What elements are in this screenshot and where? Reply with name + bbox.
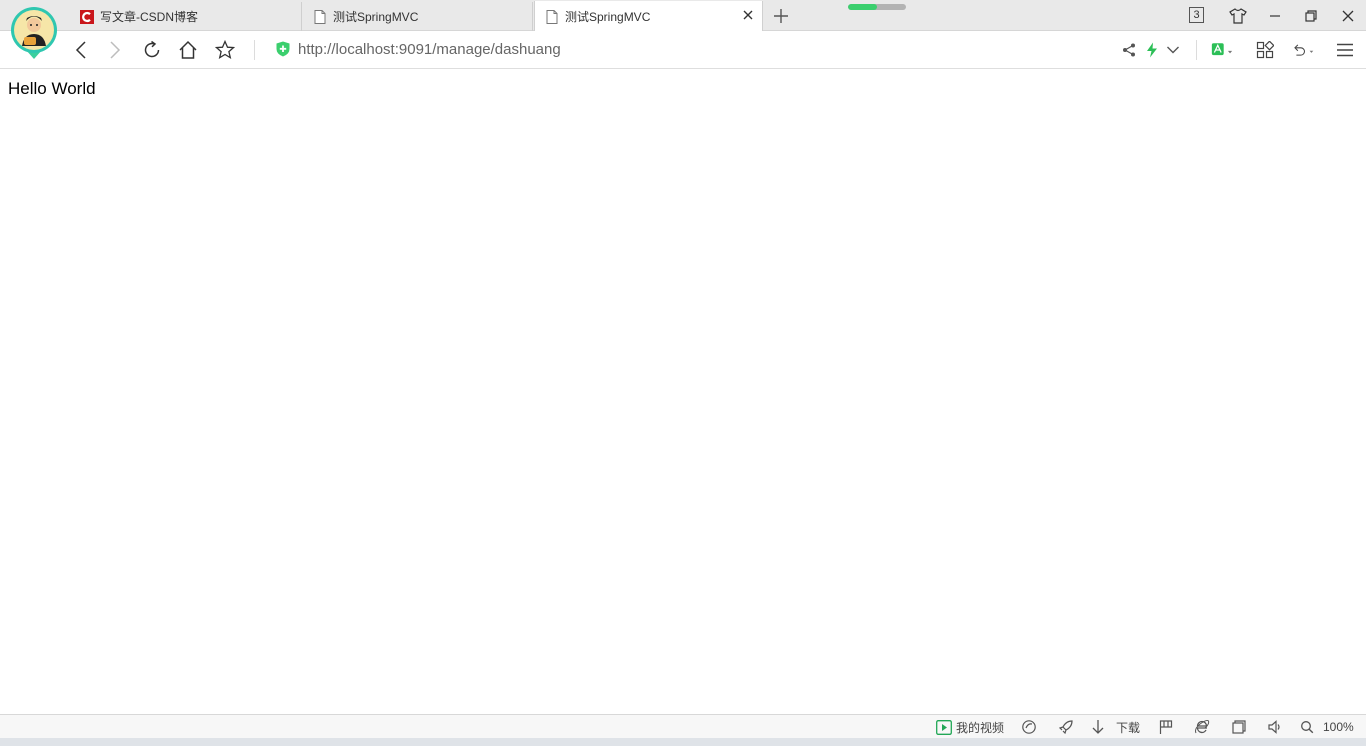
- download-label: 下载: [1116, 720, 1141, 735]
- address-bar-url[interactable]: http://localhost:9091/manage/dashuang: [298, 41, 561, 58]
- divider: [1196, 40, 1197, 60]
- share-icon[interactable]: [1118, 39, 1140, 61]
- my-video-label: 我的视频: [956, 720, 1005, 735]
- window-icon[interactable]: [1231, 719, 1247, 735]
- bookmark-star-button[interactable]: [214, 39, 236, 61]
- undo-close-icon[interactable]: [1292, 39, 1314, 61]
- tab-title: 测试SpringMVC: [565, 10, 651, 24]
- minimize-icon[interactable]: [1265, 6, 1285, 26]
- speed-mode-lightning-icon[interactable]: [1141, 39, 1163, 61]
- tab-title: 测试SpringMVC: [333, 10, 419, 24]
- skin-shirt-icon[interactable]: [1228, 6, 1248, 26]
- tab-count-badge[interactable]: 3: [1189, 7, 1204, 23]
- zoom-control[interactable]: 100%: [1300, 719, 1354, 735]
- close-window-icon[interactable]: [1338, 6, 1358, 26]
- translate-icon[interactable]: [1211, 39, 1233, 61]
- menu-hamburger-icon[interactable]: [1334, 39, 1356, 61]
- download-button[interactable]: 下载: [1091, 719, 1140, 735]
- forward-button[interactable]: [104, 39, 126, 61]
- back-button[interactable]: [70, 39, 92, 61]
- refresh-button[interactable]: [141, 39, 163, 61]
- download-arrow-icon: [1092, 720, 1104, 734]
- volume-icon[interactable]: [1267, 719, 1283, 735]
- restore-icon[interactable]: [1301, 6, 1321, 26]
- my-video-button[interactable]: 我的视频: [936, 719, 1004, 735]
- os-taskbar-edge: [0, 738, 1366, 746]
- page-viewport: Hello World: [0, 69, 1366, 714]
- secure-shield-icon: [276, 41, 290, 57]
- video-play-icon: [936, 719, 952, 735]
- tab-springmvc-1[interactable]: 测试SpringMVC: [303, 2, 533, 31]
- loading-progress-bar: [848, 4, 906, 10]
- new-tab-button[interactable]: [772, 7, 790, 25]
- tab-strip: 写文章-CSDN博客 测试SpringMVC 测试SpringMVC 3: [0, 0, 1366, 32]
- history-icon[interactable]: [1021, 719, 1037, 735]
- close-tab-icon[interactable]: [742, 9, 754, 21]
- flag-icon[interactable]: [1159, 719, 1173, 735]
- navigation-bar: http://localhost:9091/manage/dashuang: [0, 31, 1366, 69]
- loading-progress-fill: [848, 4, 877, 10]
- status-bar: 我的视频 下载 100%: [0, 714, 1366, 738]
- zoom-level: 100%: [1323, 720, 1354, 734]
- tab-springmvc-active[interactable]: 测试SpringMVC: [534, 1, 763, 32]
- ie-compat-icon[interactable]: [1194, 719, 1210, 735]
- page-body-text: Hello World: [8, 79, 96, 98]
- page-icon: [545, 9, 559, 24]
- apps-grid-icon[interactable]: [1254, 39, 1276, 61]
- tab-csdn[interactable]: 写文章-CSDN博客: [70, 2, 302, 31]
- page-icon: [313, 9, 327, 24]
- csdn-logo-icon: [80, 9, 94, 24]
- divider: [254, 40, 255, 60]
- chevron-down-icon[interactable]: [1162, 39, 1184, 61]
- magnifier-icon: [1301, 721, 1314, 734]
- tab-title: 写文章-CSDN博客: [100, 10, 198, 24]
- home-button[interactable]: [177, 39, 199, 61]
- rocket-accelerate-icon[interactable]: [1058, 719, 1074, 735]
- user-avatar[interactable]: [10, 6, 58, 60]
